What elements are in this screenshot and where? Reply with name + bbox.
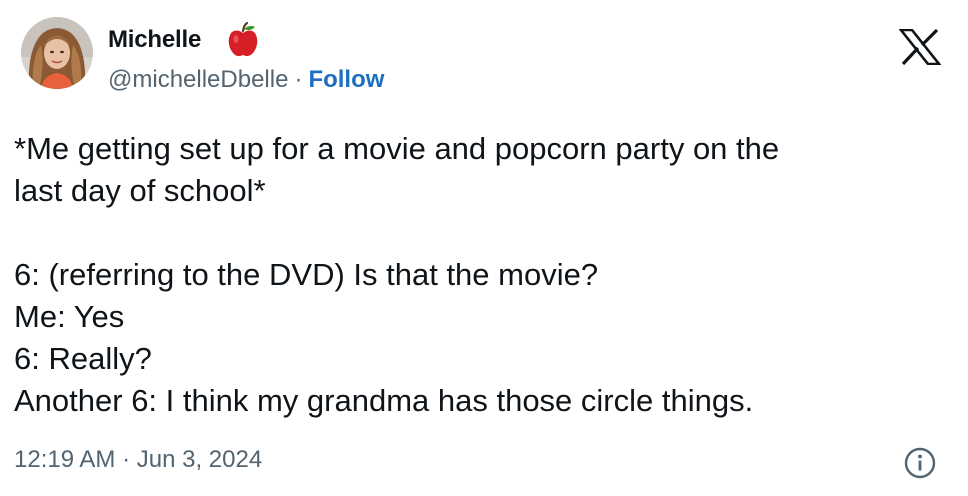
info-icon[interactable] [903, 446, 937, 480]
tweet-line: Another 6: I think my grandma has those … [14, 383, 754, 418]
separator-dot: · [294, 66, 303, 93]
avatar[interactable] [21, 17, 93, 89]
author-name[interactable]: Michelle [108, 26, 201, 54]
tweet-timestamp[interactable]: 12:19 AM · Jun 3, 2024 [14, 446, 262, 474]
x-logo[interactable] [898, 28, 942, 66]
apple-icon [227, 21, 259, 58]
tweet-line: 6: Really? [14, 341, 152, 376]
handle-row: @michelleDbelle · Follow [108, 66, 384, 94]
tweet-card: Michelle @michelleDbelle · Follow *Me gett… [0, 0, 968, 496]
tweet-text: *Me getting set up for a movie and popco… [14, 128, 934, 422]
author-handle[interactable]: @michelleDbelle [108, 66, 288, 93]
tweet-line: last day of school* [14, 173, 266, 208]
tweet-line: Me: Yes [14, 299, 125, 334]
tweet-line: 6: (referring to the DVD) Is that the mo… [14, 257, 599, 292]
tweet-line: *Me getting set up for a movie and popco… [14, 131, 780, 166]
follow-button[interactable]: Follow [308, 66, 384, 93]
